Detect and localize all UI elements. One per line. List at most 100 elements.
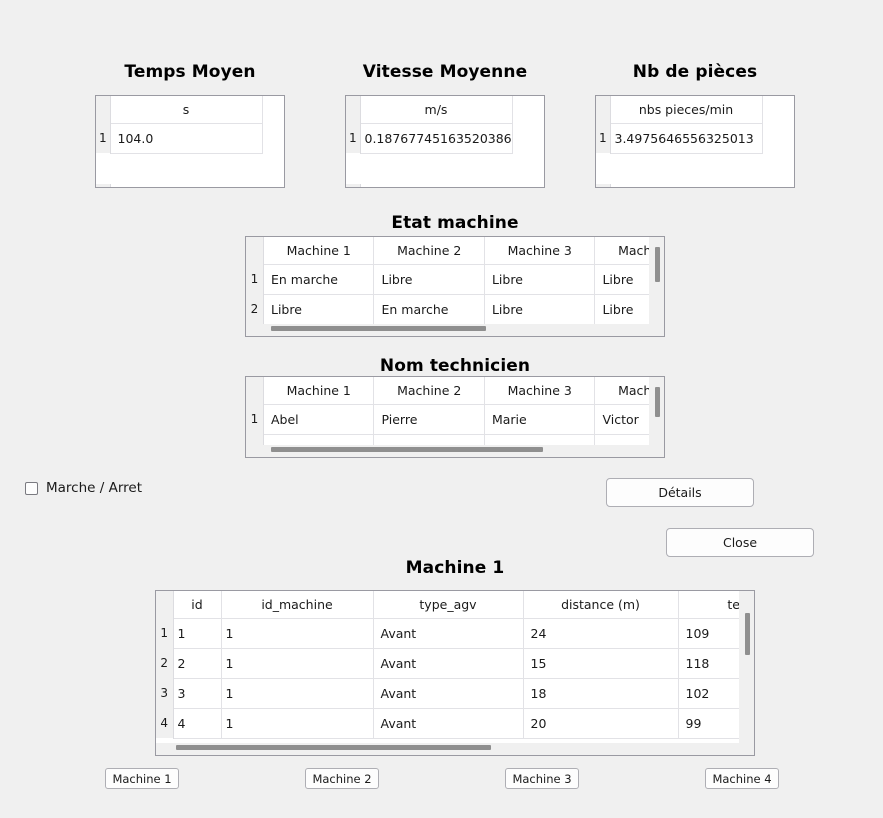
vitesse-moyenne-grid-wrap[interactable]: m/s 1 0.18767745163520386 [346,96,544,187]
table-row[interactable]: 1 Abel Pierre Marie Victor [246,404,649,435]
table-row[interactable]: 1 3.4975646556325013 [596,123,763,154]
cell-temps[interactable]: 118 [678,648,739,679]
cell-type-agv[interactable]: Avant [373,648,524,679]
marche-arret-checkbox[interactable] [25,481,38,495]
close-button[interactable]: Close [666,528,814,557]
machine-1-button[interactable]: Machine 1 [105,768,179,789]
cell-id-machine[interactable]: 1 [221,678,374,709]
cell-distance[interactable]: 24 [523,618,679,649]
cell-value[interactable]: Abel [263,404,375,435]
column-header-id[interactable]: id [173,591,222,619]
row-index: 2 [246,294,264,324]
cell-empty[interactable] [373,434,485,445]
table-row[interactable]: 1 104.0 [96,123,263,154]
cell-value[interactable]: Victor [594,404,649,435]
cell-value[interactable]: Libre [484,294,596,324]
column-header-machine-3[interactable]: Machine 3 [484,237,596,265]
cell-id[interactable]: 1 [173,618,222,649]
cell-id-machine[interactable]: 1 [221,708,374,739]
scrollbar-thumb[interactable] [745,613,750,655]
cell-id[interactable]: 2 [173,648,222,679]
cell-value[interactable]: Libre [263,294,375,324]
machine-detail-table: id id_machine type_agv distance (m) temp… [156,591,739,739]
machine-3-button[interactable]: Machine 3 [505,768,579,789]
column-header-distance[interactable]: distance (m) [523,591,679,619]
cell-type-agv[interactable]: Avant [373,618,524,649]
cell-empty[interactable] [594,434,649,445]
column-header-temps[interactable]: temps [678,591,739,619]
column-header-machine-4[interactable]: Machine 4 [594,237,649,265]
cell-id-machine[interactable]: 1 [221,648,374,679]
scrollbar-thumb[interactable] [176,745,491,750]
table-header-row: nbs pieces/min [596,96,763,124]
column-header-machine-4[interactable]: Machine 4 [594,377,649,405]
etat-machine-grid-wrap[interactable]: Machine 1 Machine 2 Machine 3 Machine 4 … [246,237,649,324]
cell-value[interactable]: 3.4975646556325013 [610,123,763,154]
column-header-machine-2[interactable]: Machine 2 [373,237,485,265]
table-row-empty[interactable] [246,434,649,445]
cell-value[interactable]: 0.18767745163520386 [360,123,513,154]
column-header[interactable]: s [110,96,263,124]
cell-value[interactable]: En marche [373,294,485,324]
cell-empty[interactable] [263,434,375,445]
cell-value[interactable]: Libre [373,264,485,295]
cell-type-agv[interactable]: Avant [373,708,524,739]
corner-cell [96,96,111,123]
cell-id[interactable]: 3 [173,678,222,709]
scrollbar-thumb[interactable] [271,326,486,331]
table-row[interactable]: 1 1 1 Avant 24 109 [156,618,739,649]
machine-detail-horizontal-scrollbar[interactable] [156,743,754,755]
column-header-id-machine[interactable]: id_machine [221,591,374,619]
cell-distance[interactable]: 20 [523,708,679,739]
cell-id[interactable]: 4 [173,708,222,739]
cell-value[interactable]: Libre [594,294,649,324]
marche-arret-control[interactable]: Marche / Arret [25,480,142,496]
nom-technicien-horizontal-scrollbar[interactable] [246,445,664,457]
cell-value[interactable]: 104.0 [110,123,263,154]
table-row[interactable]: 1 0.18767745163520386 [346,123,513,154]
cell-distance[interactable]: 15 [523,648,679,679]
column-header-machine-2[interactable]: Machine 2 [373,377,485,405]
machine-detail-vertical-scrollbar[interactable] [742,591,754,743]
details-button[interactable]: Détails [606,478,754,507]
row-index: 1 [346,123,361,153]
table-row[interactable]: 2 2 1 Avant 15 118 [156,648,739,679]
cell-type-agv[interactable]: Avant [373,678,524,709]
machine-4-button[interactable]: Machine 4 [705,768,779,789]
nom-technicien-grid-wrap[interactable]: Machine 1 Machine 2 Machine 3 Machine 4 … [246,377,649,445]
cell-empty[interactable] [484,434,596,445]
cell-temps[interactable]: 109 [678,618,739,649]
table-row[interactable]: 1 En marche Libre Libre Libre [246,264,649,295]
table-header-row: s [96,96,263,124]
cell-temps[interactable]: 102 [678,678,739,709]
temps-moyen-grid-wrap[interactable]: s 1 104.0 [96,96,284,187]
nom-technicien-vertical-scrollbar[interactable] [652,377,664,445]
scrollbar-thumb[interactable] [655,387,660,417]
cell-value[interactable]: Libre [484,264,596,295]
row-index: 4 [156,708,174,738]
scrollbar-thumb[interactable] [271,447,543,452]
cell-value[interactable]: Marie [484,404,596,435]
etat-machine-vertical-scrollbar[interactable] [652,237,664,324]
table-row[interactable]: 2 Libre En marche Libre Libre [246,294,649,324]
cell-id-machine[interactable]: 1 [221,618,374,649]
table-row[interactable]: 3 3 1 Avant 18 102 [156,678,739,709]
column-header-machine-1[interactable]: Machine 1 [263,377,375,405]
cell-distance[interactable]: 18 [523,678,679,709]
column-header[interactable]: m/s [360,96,513,124]
cell-temps[interactable]: 99 [678,708,739,739]
cell-value[interactable]: Libre [594,264,649,295]
machine-detail-grid-wrap[interactable]: id id_machine type_agv distance (m) temp… [156,591,739,743]
cell-value[interactable]: En marche [263,264,375,295]
scrollbar-thumb[interactable] [655,247,660,282]
cell-value[interactable]: Pierre [373,404,485,435]
nb-pieces-grid-wrap[interactable]: nbs pieces/min 1 3.4975646556325013 [596,96,794,187]
column-header-machine-1[interactable]: Machine 1 [263,237,375,265]
column-header-type-agv[interactable]: type_agv [373,591,524,619]
corner-cell [346,96,361,123]
table-row[interactable]: 4 4 1 Avant 20 99 [156,708,739,739]
etat-machine-horizontal-scrollbar[interactable] [246,324,664,336]
column-header-machine-3[interactable]: Machine 3 [484,377,596,405]
machine-2-button[interactable]: Machine 2 [305,768,379,789]
column-header[interactable]: nbs pieces/min [610,96,763,124]
